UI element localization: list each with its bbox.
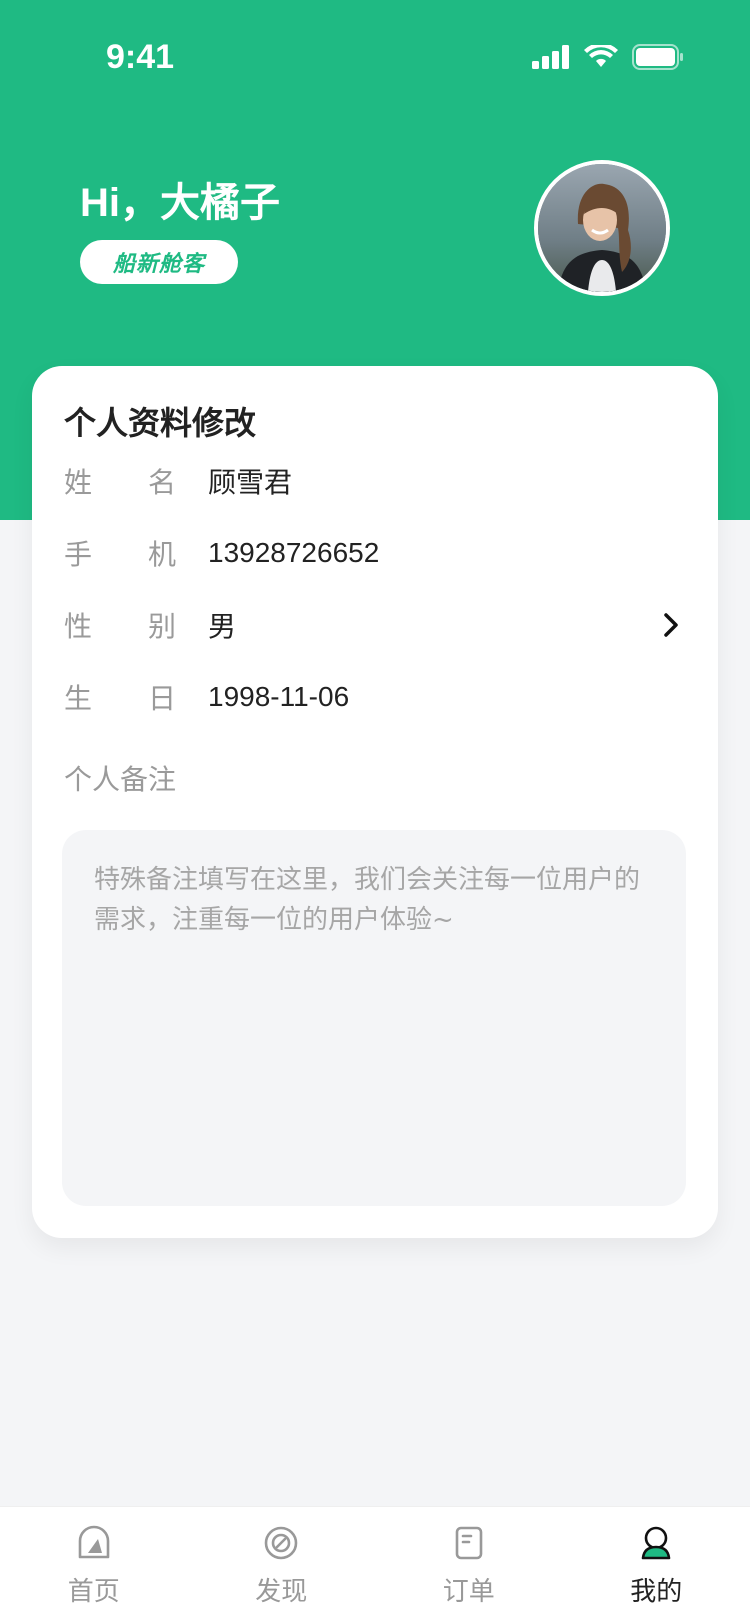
field-label-birthday: 生 日 xyxy=(64,682,176,715)
status-time: 9:41 xyxy=(106,38,175,76)
note-placeholder: 特殊备注填写在这里，我们会关注每一位用户的需求，注重每一位的用户体验~ xyxy=(94,865,641,935)
order-icon xyxy=(449,1523,489,1563)
field-label-phone: 手 机 xyxy=(64,538,176,571)
tab-discover[interactable]: 发现 xyxy=(188,1507,376,1624)
status-icons xyxy=(532,42,684,74)
birthday-value[interactable]: 1998-11-06 xyxy=(208,681,349,713)
field-row-birthday[interactable]: 生 日 1998-11-06 xyxy=(64,672,686,722)
home-icon xyxy=(74,1523,114,1563)
field-row-name[interactable]: 姓 名 顾雪君 xyxy=(64,456,686,506)
battery-icon xyxy=(632,44,684,74)
note-label: 个人备注 xyxy=(64,763,177,796)
field-label-name: 姓 名 xyxy=(64,466,176,499)
field-row-gender[interactable]: 性 别 男 xyxy=(64,600,686,650)
card-title: 个人资料修改 xyxy=(64,404,257,442)
cellular-signal-icon xyxy=(532,45,570,73)
member-level-badge: 船新舱客 xyxy=(80,240,238,284)
greeting-text: Hi，大橘子 xyxy=(80,181,280,225)
wifi-icon xyxy=(584,42,618,73)
tab-label-profile: 我的 xyxy=(630,1577,683,1607)
discover-icon xyxy=(261,1523,301,1563)
tab-orders[interactable]: 订单 xyxy=(375,1507,563,1624)
name-value[interactable]: 顾雪君 xyxy=(208,461,292,501)
profile-icon xyxy=(636,1523,676,1563)
tab-label-orders: 订单 xyxy=(442,1577,495,1607)
chevron-right-icon[interactable] xyxy=(656,610,686,640)
field-row-phone[interactable]: 手 机 13928726652 xyxy=(64,528,686,578)
note-textarea[interactable]: 特殊备注填写在这里，我们会关注每一位用户的需求，注重每一位的用户体验~ xyxy=(62,830,686,1206)
gender-value[interactable]: 男 xyxy=(208,605,236,645)
tab-home[interactable]: 首页 xyxy=(0,1507,188,1624)
bottom-tab-bar: 首页 发现 订单 我的 xyxy=(0,1506,750,1624)
field-label-gender: 性 别 xyxy=(64,610,176,643)
phone-value[interactable]: 13928726652 xyxy=(208,537,379,569)
profile-edit-card: 个人资料修改 姓 名 顾雪君 手 机 13928726652 性 别 男 生 日… xyxy=(32,366,718,1238)
avatar-portrait-image xyxy=(538,164,666,292)
tab-profile[interactable]: 我的 xyxy=(563,1507,750,1624)
profile-edit-screen: 9:41 Hi，大橘子 船新舱客 个人资料修改 姓 名 顾雪君 手 机 1392… xyxy=(0,0,750,1624)
tab-label-discover: 发现 xyxy=(255,1577,308,1607)
tab-label-home: 首页 xyxy=(67,1577,120,1607)
avatar[interactable] xyxy=(534,160,670,296)
status-bar: 9:41 xyxy=(0,0,750,118)
